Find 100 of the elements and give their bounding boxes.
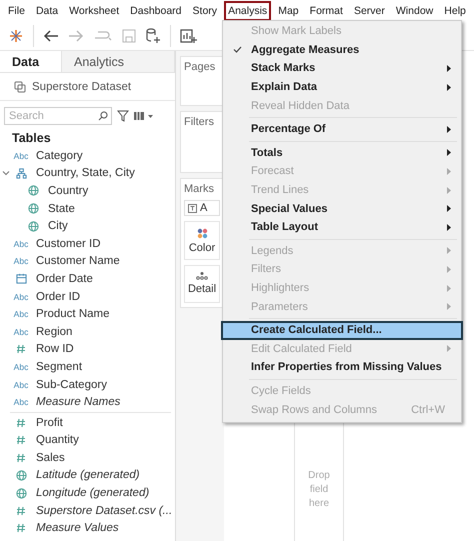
field-item[interactable]: Category — [36, 150, 83, 162]
field-item[interactable]: Country, State, City — [36, 167, 135, 180]
field-item[interactable]: Product Name — [36, 308, 110, 320]
hash-icon — [16, 344, 26, 354]
pages-shelf: Pages — [180, 56, 224, 106]
field-item[interactable]: Region — [36, 326, 72, 338]
menu-bar-item[interactable]: Story — [188, 0, 222, 20]
field-type-label: Abc — [14, 238, 28, 249]
detail-button[interactable]: Detail — [184, 264, 220, 303]
shortcut-label: Ctrl+W — [411, 404, 445, 416]
field-type-label: Abc — [14, 309, 28, 320]
field-type-label: Abc — [14, 292, 28, 302]
text-mark-icon — [188, 204, 197, 213]
menu-bar-item[interactable]: File — [4, 0, 29, 20]
field-item[interactable]: Measure Names — [36, 396, 120, 408]
menu-bar-item[interactable]: Server — [350, 0, 389, 20]
menu-bar-item[interactable]: Help — [440, 0, 470, 20]
hash-icon — [16, 452, 26, 463]
save-icon — [122, 28, 136, 42]
submenu-arrow-icon — [447, 205, 451, 212]
globe-icon — [28, 203, 38, 214]
field-type-label: Abc — [14, 256, 28, 266]
field-type-label: Abc — [14, 380, 28, 390]
globe-icon — [16, 470, 26, 481]
hierarchy-icon — [16, 168, 26, 179]
menu-item[interactable]: Table Layout — [221, 218, 463, 237]
field-type-label: Abc — [14, 326, 28, 337]
menu-item[interactable]: Create Calculated Field... — [221, 320, 463, 340]
logo-icon — [8, 28, 24, 44]
menu-bar-item[interactable]: Map — [274, 0, 303, 20]
menu-bar-item[interactable]: Dashboard — [126, 0, 186, 20]
submenu-arrow-icon — [447, 126, 451, 133]
field-item[interactable]: Latitude (generated) — [36, 469, 140, 482]
menu-item[interactable]: Percentage Of — [221, 120, 463, 139]
menu-bar-item[interactable]: Data — [32, 0, 62, 20]
data-source-name[interactable]: Superstore Dataset — [32, 80, 132, 92]
field-item[interactable]: City — [48, 220, 68, 232]
menu-item[interactable]: Explain Data — [221, 78, 463, 96]
forward-arrow-icon — [68, 28, 84, 42]
color-button[interactable]: Color — [184, 221, 220, 260]
field-item[interactable]: Row ID — [36, 343, 74, 356]
filters-shelf: Filters — [180, 111, 224, 173]
menu-item[interactable]: Aggregate Measures — [221, 40, 463, 60]
field-type-label: Abc — [14, 397, 28, 408]
submenu-arrow-icon — [447, 266, 451, 273]
submenu-arrow-icon — [447, 186, 451, 194]
tables-heading: Tables — [11, 130, 52, 147]
back-arrow-icon — [43, 28, 59, 42]
field-item[interactable]: Customer Name — [36, 255, 120, 268]
field-item[interactable]: Superstore Dataset.csv (... — [36, 504, 172, 517]
menu-item[interactable]: Infer Properties from Missing Values — [221, 358, 463, 377]
submenu-arrow-icon — [447, 84, 451, 91]
submenu-arrow-icon — [447, 168, 451, 175]
submenu-arrow-icon — [447, 224, 451, 231]
field-item[interactable]: Order Date — [36, 272, 93, 285]
menu-bar-item[interactable]: Format — [306, 0, 347, 20]
submenu-arrow-icon — [447, 149, 451, 156]
submenu-arrow-icon — [447, 247, 451, 254]
calendar-icon — [16, 273, 26, 284]
submenu-arrow-icon — [447, 284, 451, 292]
globe-icon — [16, 488, 26, 499]
field-item[interactable]: State — [48, 202, 75, 215]
submenu-arrow-icon — [447, 64, 451, 72]
color-dots-icon — [196, 228, 208, 238]
redo-icon — [93, 28, 113, 42]
field-item[interactable]: Measure Values — [36, 522, 119, 534]
field-item[interactable]: Longitude (generated) — [36, 487, 150, 500]
new-worksheet-icon — [180, 28, 198, 44]
hash-icon — [16, 435, 26, 446]
menu-bar-item[interactable]: Window — [392, 0, 438, 20]
menu-item[interactable]: Special Values — [221, 199, 463, 218]
checkmark-icon — [232, 46, 242, 54]
field-item[interactable]: Customer ID — [36, 238, 101, 250]
field-item[interactable]: Order ID — [36, 290, 80, 303]
mark-type-dropdown[interactable]: A — [184, 200, 220, 216]
field-item[interactable]: Sales — [36, 452, 65, 464]
field-item[interactable]: Quantity — [36, 434, 79, 446]
drop-hint: Drop field here — [307, 469, 331, 511]
field-item[interactable]: Country — [48, 184, 88, 197]
globe-icon — [28, 185, 38, 196]
field-type-label: Abc — [14, 150, 28, 161]
menu-item[interactable]: Stack Marks — [221, 59, 463, 78]
search-field[interactable]: Search — [4, 107, 112, 125]
field-item[interactable]: Sub-Category — [36, 378, 107, 391]
field-type-label: Abc — [14, 362, 28, 372]
menu-item[interactable]: Totals — [221, 144, 463, 162]
field-item[interactable]: Segment — [36, 360, 82, 373]
marks-title: Marks — [184, 183, 215, 195]
field-item[interactable]: Profit — [36, 416, 63, 429]
globe-icon — [28, 220, 38, 232]
new-data-source-icon — [145, 28, 161, 44]
view-options-icon — [134, 111, 154, 121]
hash-icon — [16, 418, 26, 428]
detail-dots-icon — [196, 272, 208, 280]
panel-tab[interactable]: Analytics — [62, 51, 175, 72]
data-source-icon — [14, 80, 26, 92]
hash-icon — [16, 506, 26, 516]
menu-bar-item[interactable]: Worksheet — [65, 0, 124, 20]
submenu-arrow-icon — [447, 345, 451, 352]
hash-icon — [16, 523, 26, 534]
